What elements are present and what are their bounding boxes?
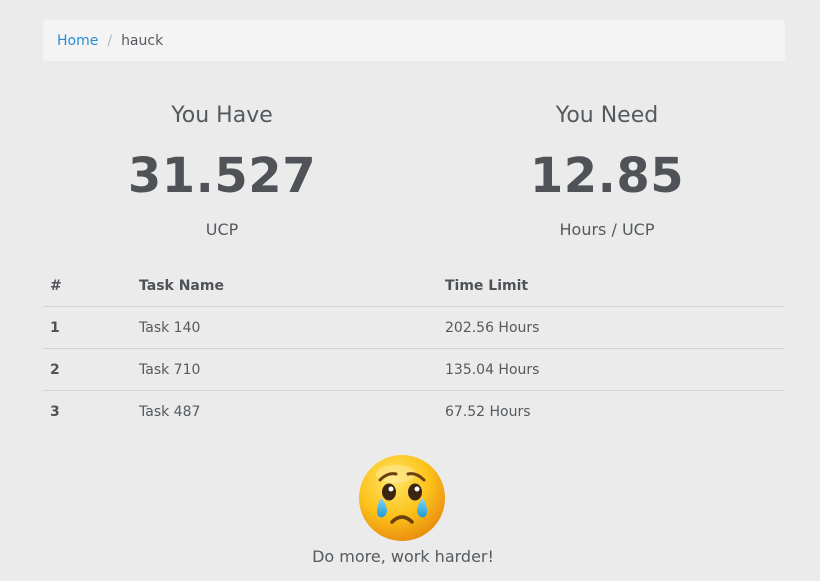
crying-face-icon bbox=[359, 455, 445, 541]
task-number: 2 bbox=[43, 348, 132, 391]
you-have-label: You Have bbox=[171, 103, 273, 128]
task-name: Task 140 bbox=[132, 306, 438, 349]
feedback-message: Do more, work harder! bbox=[312, 547, 494, 566]
you-need-stat: You Need 12.85 Hours / UCP bbox=[417, 100, 797, 240]
you-have-unit: UCP bbox=[205, 220, 239, 239]
tasks-table: # Task Name Time Limit 1 Task 140 202.56… bbox=[43, 265, 785, 432]
task-time-limit: 135.04 Hours bbox=[438, 348, 785, 391]
task-name: Task 487 bbox=[139, 403, 201, 420]
column-header-task-name: Task Name bbox=[132, 265, 438, 307]
column-header-time-limit: Time Limit bbox=[438, 265, 785, 307]
task-number: 3 bbox=[50, 403, 60, 420]
task-time-limit: 202.56 Hours bbox=[438, 306, 785, 349]
task-name: Task 710 bbox=[132, 348, 438, 391]
you-need-value: 12.85 bbox=[529, 148, 685, 204]
you-have-stat: You Have 31.527 UCP bbox=[32, 100, 412, 240]
breadcrumb-separator: / bbox=[107, 32, 113, 49]
you-need-unit: Hours / UCP bbox=[559, 220, 655, 239]
table-row: 2 Task 710 135.04 Hours bbox=[43, 348, 785, 391]
breadcrumb-home-link[interactable]: Home bbox=[57, 33, 98, 49]
you-need-label: You Need bbox=[555, 103, 659, 128]
you-have-value: 31.527 bbox=[127, 148, 317, 204]
task-time-limit: 67.52 Hours bbox=[445, 403, 531, 420]
breadcrumb: Home / hauck bbox=[43, 20, 785, 61]
table-row: 3 Task 487 67.52 Hours bbox=[43, 391, 785, 433]
column-header-number: # bbox=[43, 265, 132, 307]
task-number: 1 bbox=[43, 306, 132, 349]
table-row: 1 Task 140 202.56 Hours bbox=[43, 306, 785, 349]
table-header-row: # Task Name Time Limit bbox=[43, 265, 785, 307]
breadcrumb-current: hauck bbox=[121, 32, 164, 49]
